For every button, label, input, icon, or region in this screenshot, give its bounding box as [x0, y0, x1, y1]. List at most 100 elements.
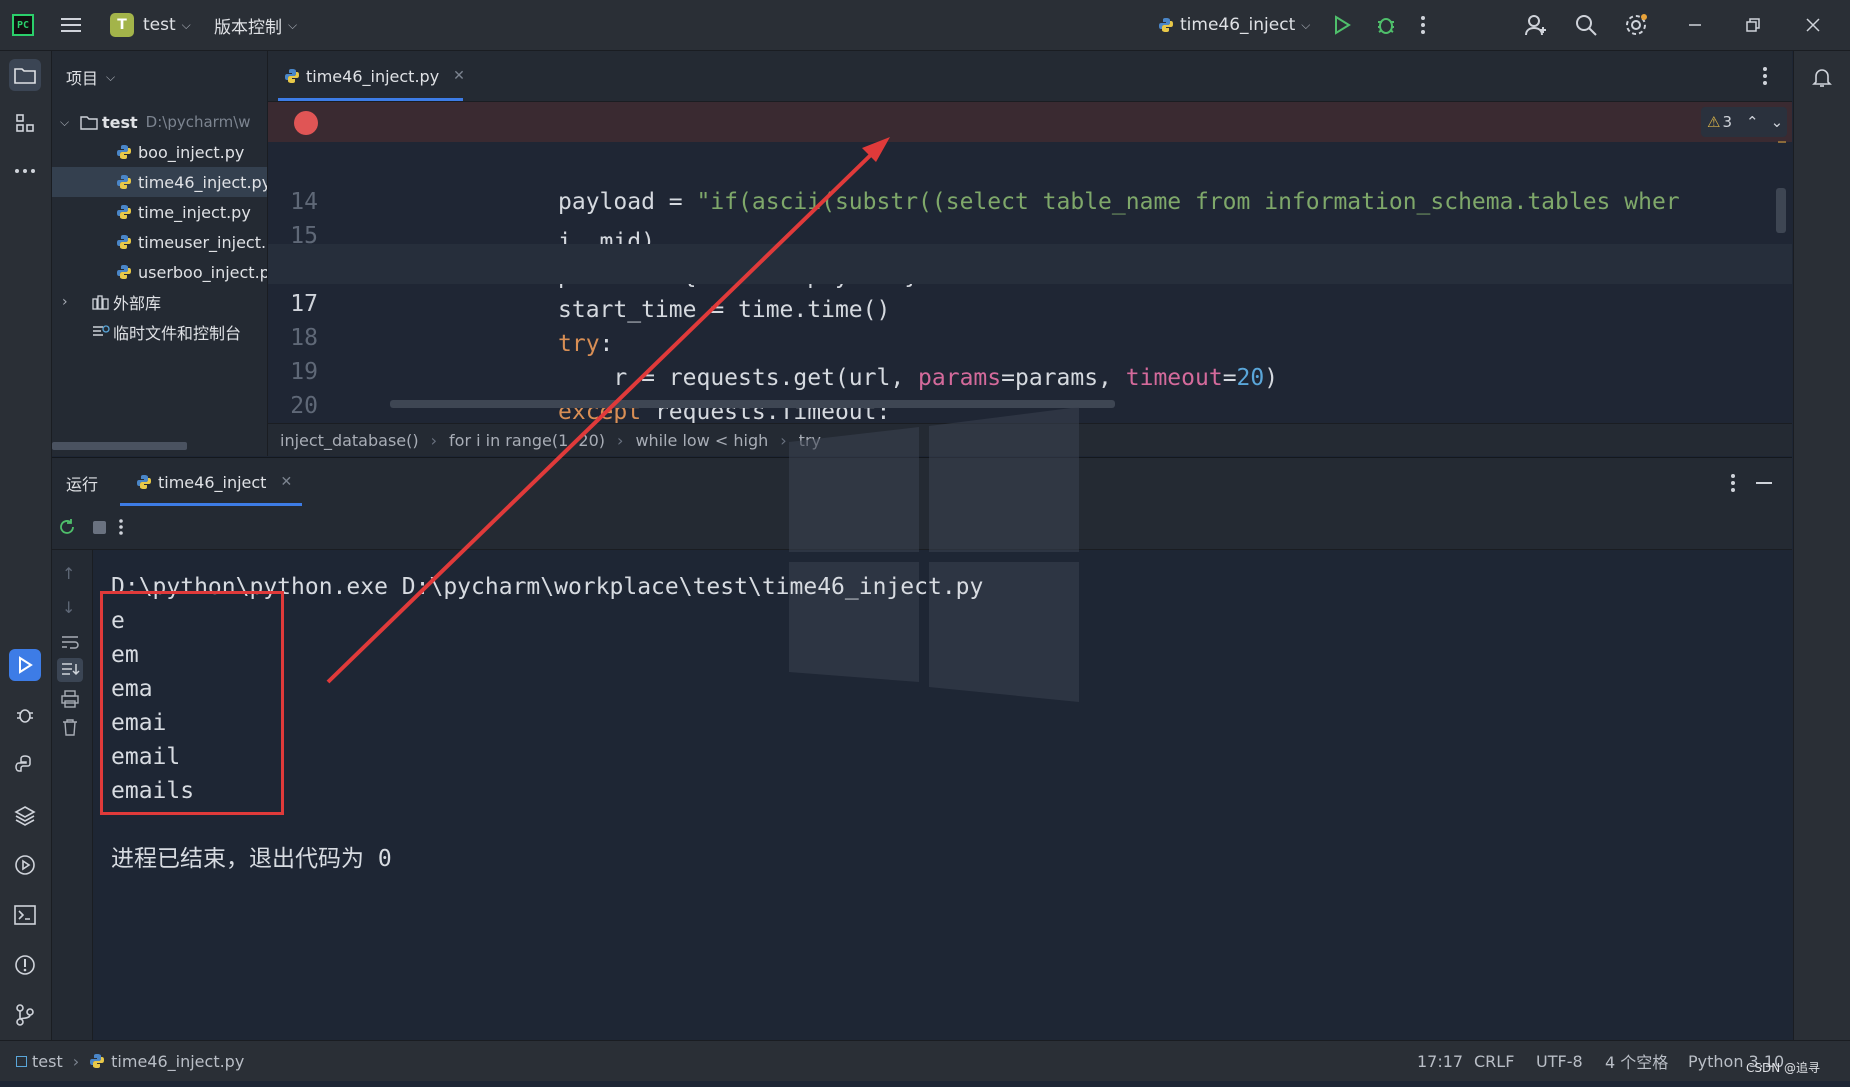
stop-icon[interactable] [93, 521, 106, 534]
file-name: userboo_inject.p [138, 262, 268, 282]
chevron-down-icon[interactable]: ⌄ [1771, 113, 1784, 131]
chevron-down-icon: ⌵ [181, 17, 191, 32]
more-vertical-icon[interactable] [1730, 473, 1736, 493]
run-config-label: time46_inject [1180, 15, 1296, 35]
code-line[interactable]: 20 print("Request timed out.") [268, 346, 1792, 456]
python-icon [137, 475, 151, 489]
tree-file-selected[interactable]: time46_inject.py [52, 167, 267, 197]
inspection-widget[interactable]: ⚠ 3 ⌃ ⌄ [1701, 107, 1787, 137]
tree-file[interactable]: boo_inject.py [52, 137, 267, 167]
run-tab[interactable]: time46_inject ✕ [136, 458, 292, 506]
breadcrumb-item[interactable]: for i in range(1, 20) [449, 431, 605, 450]
module-icon [16, 1055, 27, 1067]
search-icon[interactable] [1574, 0, 1598, 50]
arrow-down-icon[interactable]: ↓ [62, 598, 75, 617]
project-badge: T [110, 13, 134, 37]
chevron-right-icon: › [617, 431, 624, 450]
console-exit-message: 进程已结束，退出代码为 0 [111, 846, 392, 872]
app-logo[interactable]: PC [12, 0, 34, 50]
highlight-box [100, 591, 284, 815]
minimize-icon[interactable] [1688, 0, 1702, 50]
editor-vertical-scrollbar[interactable] [1776, 188, 1786, 233]
breadcrumb-item[interactable]: inject_database() [280, 431, 419, 450]
console-gutter: ↑ ↓ [52, 550, 93, 1040]
external-libs-label: 外部库 [113, 294, 162, 313]
tree-file[interactable]: time_inject.py [52, 197, 267, 227]
chevron-down-icon: ⌵ [1301, 17, 1311, 32]
status-encoding[interactable]: UTF-8 [1536, 1041, 1583, 1081]
trash-icon[interactable] [62, 718, 78, 736]
terminal-icon[interactable] [9, 899, 41, 931]
project-panel: 项目 ⌵ ⌵ test D:\pycharm\w boo_inject.py t… [52, 51, 268, 456]
project-panel-header[interactable]: 项目 ⌵ [52, 62, 267, 92]
problems-icon[interactable] [9, 949, 41, 981]
scroll-marker [1778, 141, 1786, 143]
tree-file[interactable]: timeuser_inject.p [52, 227, 267, 257]
run-tool-icon[interactable] [9, 649, 41, 681]
tree-external-libraries[interactable]: › 外部库 [52, 287, 267, 317]
python-file-icon [90, 1054, 105, 1068]
add-user-icon[interactable] [1524, 0, 1548, 50]
horizontal-scrollbar[interactable] [52, 442, 187, 450]
run-tab-label: time46_inject [158, 472, 267, 492]
restore-icon[interactable] [1746, 0, 1760, 50]
left-tool-strip [0, 51, 52, 1040]
folder-icon [80, 115, 98, 130]
services-icon[interactable] [9, 849, 41, 881]
code-line[interactable]: payload = "if(ascii(substr((select table… [268, 102, 1792, 215]
editor-tab-label: time46_inject.py [306, 66, 440, 86]
editor-tab-active[interactable]: time46_inject.py ✕ [284, 51, 465, 101]
active-tab-underline [120, 503, 302, 506]
more-horizontal-icon[interactable] [9, 155, 41, 187]
status-line-separator[interactable]: CRLF [1474, 1041, 1514, 1081]
file-name: timeuser_inject.p [138, 232, 268, 252]
layers-icon[interactable] [9, 799, 41, 831]
debug-tool-icon[interactable] [9, 699, 41, 731]
rerun-icon[interactable] [58, 518, 76, 536]
close-tab-icon[interactable]: ✕ [453, 68, 465, 84]
debug-icon[interactable] [1375, 0, 1397, 50]
file-name: time46_inject.py [138, 172, 268, 192]
status-indent[interactable]: 4 个空格 [1605, 1041, 1668, 1081]
active-tab-underline [278, 98, 463, 101]
status-project-label: test [32, 1051, 63, 1071]
console-output[interactable]: D:\python\python.exe D:\pycharm\workplac… [93, 407, 1792, 1040]
print-icon[interactable] [61, 690, 79, 708]
breadcrumb-item[interactable]: while low < high [635, 431, 768, 450]
main-menu-icon[interactable] [60, 0, 82, 50]
status-position[interactable]: 17:17 [1417, 1041, 1463, 1081]
right-tool-strip [1793, 51, 1850, 1040]
python-console-icon[interactable] [9, 749, 41, 781]
close-tab-icon[interactable]: ✕ [280, 474, 292, 490]
arrow-up-icon[interactable]: ↑ [62, 564, 75, 583]
line-number: 20 [290, 393, 318, 419]
file-name: time_inject.py [138, 202, 251, 222]
more-vertical-icon[interactable] [1420, 0, 1426, 50]
tree-scratches[interactable]: 临时文件和控制台 [52, 317, 267, 347]
tree-file[interactable]: userboo_inject.p [52, 257, 267, 287]
chevron-down-icon: ⌵ [288, 17, 298, 32]
status-project[interactable]: test › time46_inject.py [16, 1041, 244, 1081]
breakpoint-icon[interactable] [294, 111, 318, 135]
run-config-selector[interactable]: time46_inject ⌵ [1158, 0, 1310, 50]
project-folder-icon[interactable] [9, 59, 41, 91]
close-window-icon[interactable] [1805, 0, 1821, 50]
settings-gear-icon[interactable] [1624, 0, 1648, 50]
project-switcher[interactable]: T test ⌵ [110, 0, 191, 50]
scroll-to-end-icon[interactable] [57, 658, 83, 682]
tree-root-test[interactable]: ⌵ test D:\pycharm\w [52, 107, 267, 137]
structure-icon[interactable] [9, 107, 41, 139]
vcs-menu[interactable]: 版本控制 ⌵ [214, 0, 297, 50]
scratches-label: 临时文件和控制台 [113, 324, 242, 343]
run-icon[interactable] [1332, 0, 1352, 50]
soft-wrap-icon[interactable] [61, 634, 79, 650]
status-file-label: time46_inject.py [111, 1051, 245, 1071]
more-vertical-icon[interactable] [1762, 66, 1768, 86]
chevron-right-icon: › [72, 1051, 80, 1071]
notifications-bell-icon[interactable] [1806, 61, 1838, 93]
minimize-panel-icon[interactable] [1756, 482, 1772, 484]
git-branch-icon[interactable] [9, 999, 41, 1031]
python-file-icon [117, 145, 131, 159]
more-vertical-icon[interactable] [118, 518, 124, 536]
chevron-up-icon[interactable]: ⌃ [1746, 113, 1759, 131]
